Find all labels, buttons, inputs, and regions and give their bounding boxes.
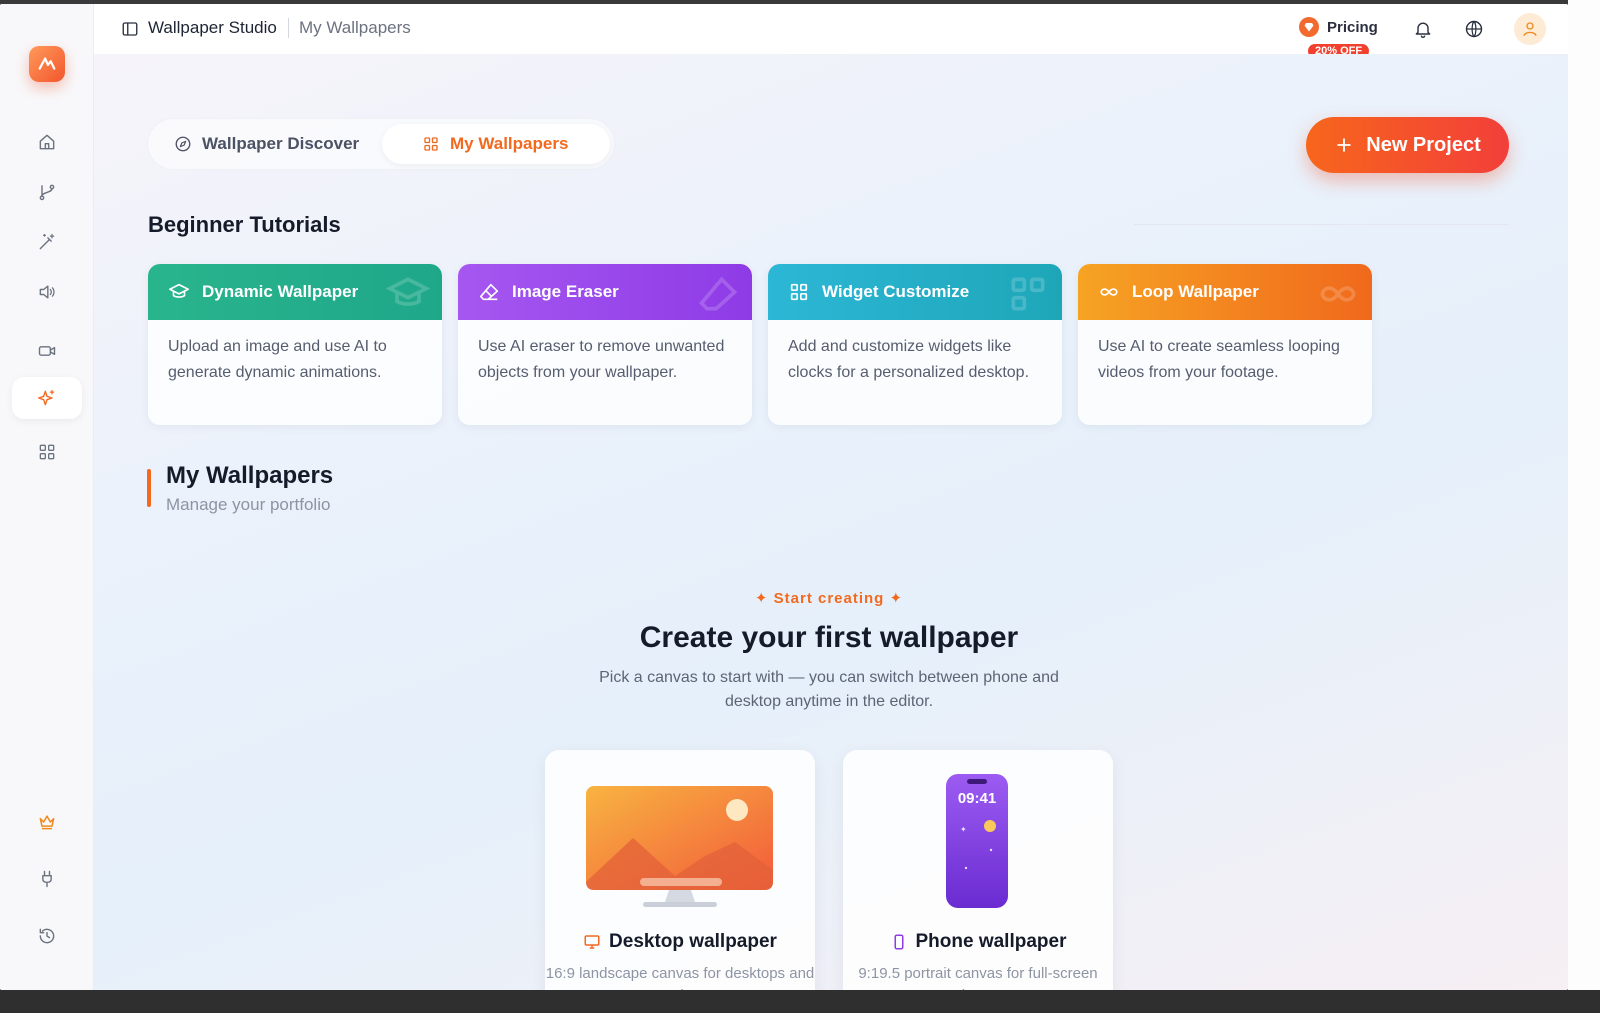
graduation-cap-watermark-icon — [386, 277, 430, 306]
eyebrow-label: Start creating — [773, 590, 885, 607]
divider — [1134, 224, 1509, 225]
sidebar-item-apps[interactable] — [12, 431, 82, 473]
sidebar-item-video[interactable] — [12, 330, 82, 372]
card-header: Image Eraser — [458, 264, 752, 320]
empty-state-eyebrow: ✦ Start creating ✦ — [734, 589, 924, 607]
eraser-watermark-icon — [699, 276, 738, 311]
view-tabs: Wallpaper Discover My Wallpapers — [147, 118, 615, 170]
section-title-my-wallpapers: My Wallpapers — [166, 462, 334, 489]
card-description: Add and customize widgets like clocks fo… — [788, 338, 1030, 381]
card-description: Use AI eraser to remove unwanted objects… — [478, 338, 725, 381]
pricing-button[interactable]: Pricing — [1299, 17, 1378, 37]
breadcrumb[interactable]: My Wallpapers — [299, 18, 411, 38]
section-accent-bar — [147, 469, 151, 507]
compass-icon — [175, 136, 191, 152]
section-subtitle: Manage your portfolio — [166, 495, 331, 514]
infinity-icon — [1100, 288, 1118, 296]
video-icon — [38, 346, 56, 356]
speaker-icon — [39, 285, 55, 299]
diamond-icon — [1299, 17, 1319, 37]
tutorial-card-image-eraser[interactable]: Image Eraser Use AI eraser to remove unw… — [458, 264, 752, 425]
card-title: Dynamic Wallpaper — [202, 282, 359, 301]
monitor-icon — [584, 935, 600, 949]
app-title: Wallpaper Studio — [148, 18, 277, 37]
sidebar-item-magic[interactable] — [12, 221, 82, 263]
card-description: Use AI to create seamless looping videos… — [1098, 338, 1340, 381]
desktop-preview-illustration — [586, 786, 773, 907]
widgets-watermark-icon — [1011, 277, 1045, 311]
sidebar-item-wallpaper[interactable] — [12, 377, 82, 419]
magic-wand-icon — [39, 233, 55, 250]
grid-icon — [424, 137, 438, 151]
section-title-tutorials: Beginner Tutorials — [148, 212, 341, 237]
svg-text:✦: ✦ — [960, 825, 967, 834]
plug-icon — [42, 870, 52, 888]
history-icon — [39, 928, 55, 944]
sparkle-icon: ✦ — [754, 590, 769, 607]
card-header: Widget Customize — [768, 264, 1062, 320]
bell-icon[interactable] — [1413, 19, 1433, 39]
desktop-wallpaper-option[interactable]: Desktop wallpaper 16:9 landscape canvas … — [545, 750, 815, 990]
tab-label: Wallpaper Discover — [202, 134, 360, 153]
main-content: Wallpaper Discover My Wallpapers New Pro… — [94, 54, 1568, 990]
widgets-icon — [790, 283, 808, 301]
breadcrumb-separator — [288, 18, 289, 38]
phone-icon — [894, 934, 903, 950]
sidebar-item-workflow[interactable] — [12, 171, 82, 213]
crown-icon — [39, 815, 55, 830]
card-title: Image Eraser — [512, 282, 619, 301]
sparkles-icon — [37, 389, 55, 406]
tab-label: My Wallpapers — [450, 134, 569, 153]
window-edge — [1568, 0, 1600, 1013]
app-logo[interactable] — [29, 46, 65, 82]
tab-wallpaper-discover[interactable]: Wallpaper Discover — [156, 124, 377, 164]
home-icon — [39, 134, 55, 150]
graduation-cap-icon — [169, 283, 189, 298]
option-title: Desktop wallpaper — [609, 931, 777, 952]
pricing-label: Pricing — [1327, 18, 1378, 36]
avatar[interactable] — [1514, 13, 1546, 45]
tutorial-card-loop-wallpaper[interactable]: Loop Wallpaper Use AI to create seamless… — [1078, 264, 1372, 425]
option-description: 16:9 landscape canvas for desktops and m… — [545, 965, 815, 990]
top-bar: Wallpaper Studio My Wallpapers Pricing 2… — [94, 4, 1568, 58]
sidebar — [0, 4, 94, 990]
user-icon — [1523, 22, 1537, 37]
sidebar-item-home[interactable] — [12, 121, 82, 163]
taskbar-strip — [0, 990, 1600, 1013]
option-description: 9:19.5 portrait canvas for full-screen p… — [858, 965, 1098, 990]
tab-my-wallpapers[interactable]: My Wallpapers — [382, 124, 610, 164]
globe-icon[interactable] — [1464, 19, 1484, 39]
sidebar-item-history[interactable] — [12, 915, 82, 957]
logo-icon — [38, 57, 56, 70]
new-project-label: New Project — [1366, 133, 1481, 156]
option-title: Phone wallpaper — [915, 931, 1067, 952]
eraser-icon — [479, 283, 499, 301]
card-header: Loop Wallpaper — [1078, 264, 1372, 320]
grid-icon — [39, 444, 55, 460]
empty-state-description: Pick a canvas to start with — you can sw… — [599, 669, 1059, 710]
card-title: Loop Wallpaper — [1132, 282, 1259, 301]
sidebar-item-premium[interactable] — [12, 801, 82, 843]
option-label: Desktop wallpaper — [545, 931, 815, 953]
card-header: Dynamic Wallpaper — [148, 264, 442, 320]
plus-icon — [1337, 138, 1351, 152]
app-window: Wallpaper Studio My Wallpapers Pricing 2… — [0, 4, 1568, 990]
sidebar-item-plugins[interactable] — [12, 858, 82, 900]
sparkle-icon: ✦ — [889, 590, 904, 607]
infinity-watermark-icon — [1320, 286, 1356, 302]
option-label: Phone wallpaper — [843, 931, 1113, 953]
phone-clock-label: 09:41 — [957, 790, 997, 807]
card-title: Widget Customize — [822, 282, 970, 301]
empty-state-title: Create your first wallpaper — [639, 621, 1019, 654]
sidebar-toggle-icon[interactable] — [121, 20, 139, 38]
sidebar-item-audio[interactable] — [12, 271, 82, 313]
branch-icon — [39, 184, 55, 201]
new-project-button[interactable]: New Project — [1306, 117, 1509, 173]
tutorial-card-dynamic-wallpaper[interactable]: Dynamic Wallpaper Upload an image and us… — [148, 264, 442, 425]
tutorial-card-widget-customize[interactable]: Widget Customize Add and customize widge… — [768, 264, 1062, 425]
card-description: Upload an image and use AI to generate d… — [168, 338, 387, 381]
phone-wallpaper-option[interactable]: ✦ 09:41 Phone wallpaper 9:19.5 portrait … — [843, 750, 1113, 990]
